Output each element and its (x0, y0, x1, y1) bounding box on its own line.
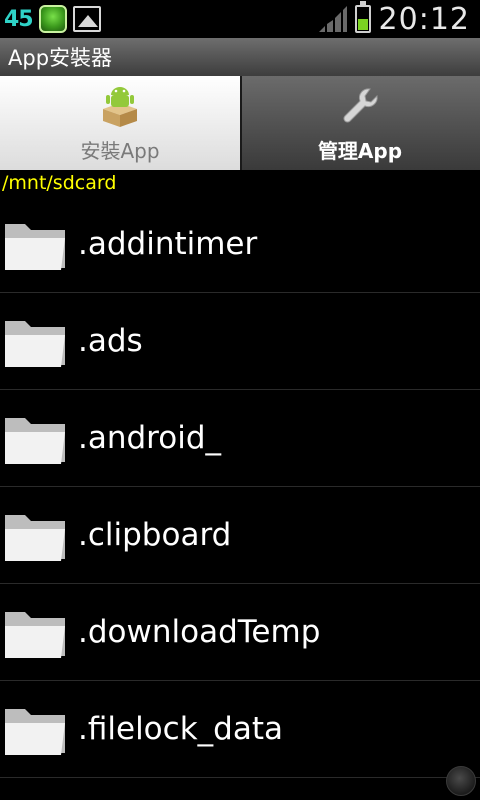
folder-icon (5, 515, 65, 561)
folder-icon (5, 321, 65, 367)
tab-manage-app[interactable]: 管理App (240, 76, 480, 170)
file-name: .ads (78, 323, 143, 359)
tab-install-label: 安裝App (80, 139, 160, 163)
list-item[interactable]: .addintimer (0, 196, 480, 293)
folder-icon (5, 612, 65, 658)
folder-icon (5, 224, 65, 270)
signal-icon (318, 6, 347, 32)
list-item[interactable]: .downloadTemp (0, 584, 480, 681)
folder-icon (5, 418, 65, 464)
status-bar: 45 20:12 (0, 0, 480, 38)
status-left: 45 (0, 5, 101, 33)
scroll-handle[interactable] (446, 766, 476, 796)
list-item[interactable]: .android_ (0, 390, 480, 487)
clock: 20:12 (378, 1, 470, 37)
file-name: .android_ (78, 420, 221, 456)
list-item[interactable]: .clipboard (0, 487, 480, 584)
file-list[interactable]: .addintimer .ads .android_ .clipboard .d… (0, 196, 480, 800)
file-name: .downloadTemp (78, 614, 321, 650)
app-notification-icon (38, 5, 67, 33)
file-name: .addintimer (78, 226, 258, 262)
status-right: 20:12 (317, 1, 480, 37)
current-path: /mnt/sdcard (2, 172, 117, 194)
notification-count: 45 (4, 6, 34, 32)
list-item[interactable]: .filelock_data (0, 681, 480, 778)
tab-install-app[interactable]: 安裝App (0, 76, 240, 170)
tab-bar: 安裝App 管理App (0, 76, 480, 170)
image-icon (72, 6, 101, 32)
file-name: .filelock_data (78, 711, 283, 747)
list-item[interactable]: .ads (0, 293, 480, 390)
app-title: App安裝器 (8, 46, 113, 70)
wrench-icon (343, 88, 378, 123)
battery-level (357, 19, 368, 30)
battery-icon (354, 1, 371, 33)
folder-icon (5, 709, 65, 755)
file-name: .clipboard (78, 517, 232, 553)
tab-manage-label: 管理App (317, 139, 403, 163)
android-box-icon (103, 87, 137, 127)
title-bar: App安裝器 (0, 38, 480, 76)
